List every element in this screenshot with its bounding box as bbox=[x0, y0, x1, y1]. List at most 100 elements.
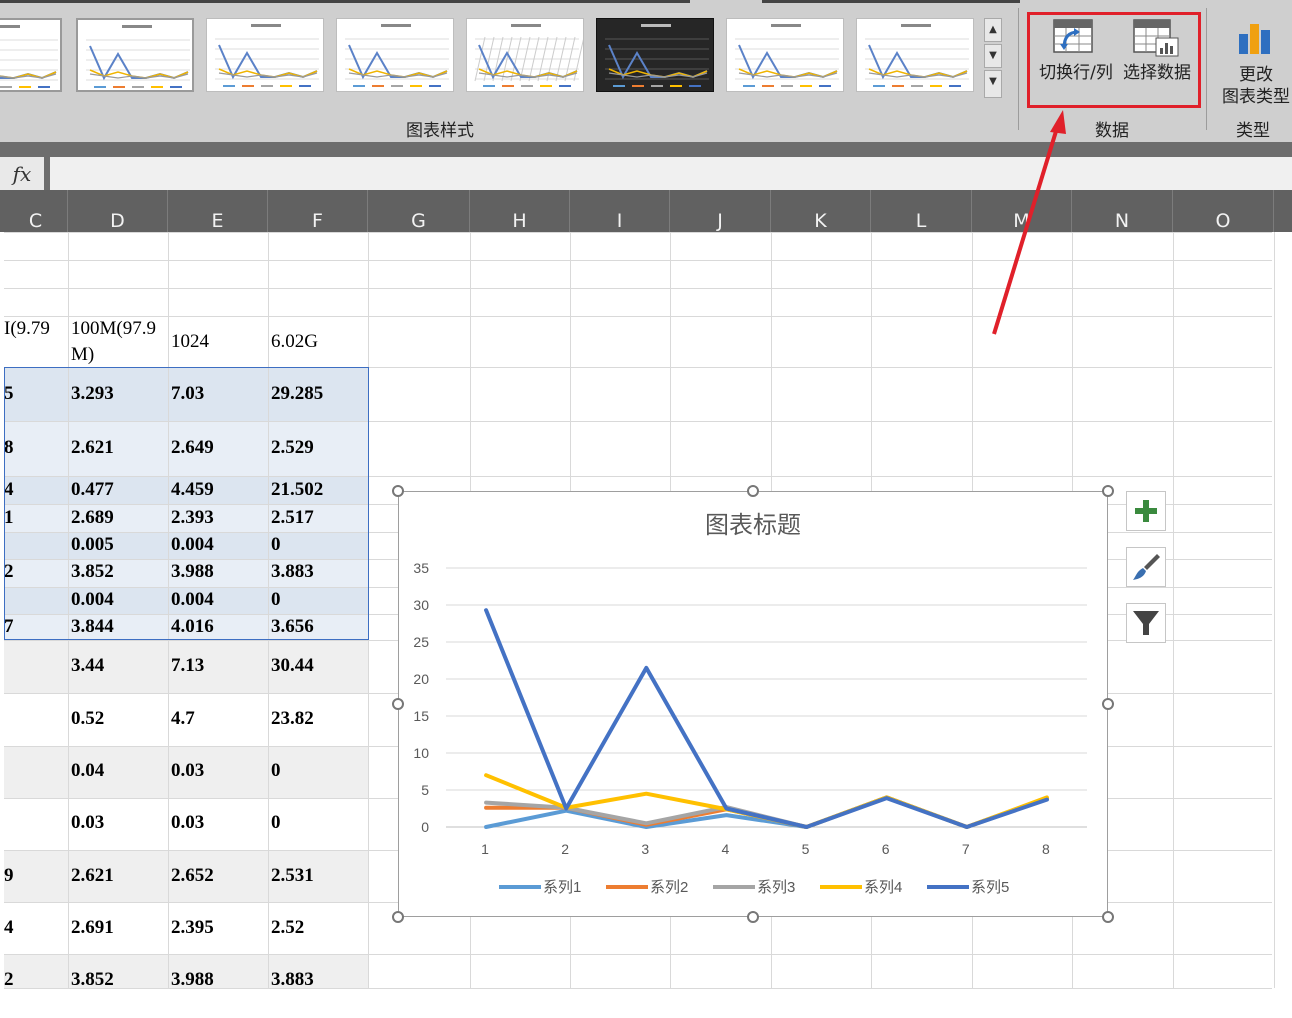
cell[interactable]: 0.52 bbox=[71, 708, 104, 730]
type-group-label: 类型 bbox=[1236, 121, 1270, 141]
cell[interactable]: 100M(97.9 bbox=[71, 318, 156, 340]
column-header-j[interactable]: J bbox=[670, 190, 771, 232]
cell[interactable]: 2 bbox=[4, 969, 14, 991]
y-tick-label: 35 bbox=[413, 560, 429, 576]
chart-style-thumbnail[interactable] bbox=[206, 18, 324, 92]
thumbnail-preview bbox=[605, 24, 709, 87]
add-element-button[interactable] bbox=[1126, 491, 1166, 531]
cell[interactable]: 3.988 bbox=[171, 969, 214, 991]
cell[interactable]: 3.852 bbox=[71, 969, 114, 991]
plus-icon bbox=[1135, 500, 1157, 522]
chart-style-thumbnail[interactable] bbox=[856, 18, 974, 92]
cell[interactable]: 3.44 bbox=[71, 655, 104, 677]
cell[interactable]: 6.02G bbox=[271, 331, 318, 353]
column-header-k[interactable]: K bbox=[771, 190, 871, 232]
change-chart-type-label-2: 图表类型 bbox=[1222, 87, 1290, 107]
highlight-box bbox=[1027, 12, 1201, 108]
chart-object[interactable]: 图表标题 0 5 10 15 20 25 30 35 12345678 系列1 系列2 系列3 系列… bbox=[398, 491, 1108, 917]
cell[interactable]: 2.531 bbox=[271, 865, 314, 887]
column-header-h[interactable]: H bbox=[470, 190, 570, 232]
resize-handle[interactable] bbox=[747, 911, 759, 923]
cell[interactable]: 7.13 bbox=[171, 655, 204, 677]
chart-style-thumbnail[interactable] bbox=[596, 18, 714, 92]
insert-function-button[interactable]: fx bbox=[0, 157, 44, 191]
chart-styles-group-label: 图表样式 bbox=[406, 121, 474, 141]
chart-style-thumbnail[interactable] bbox=[336, 18, 454, 92]
column-header-m[interactable]: M bbox=[972, 190, 1072, 232]
series-lines bbox=[484, 608, 1049, 829]
cell[interactable]: 0.03 bbox=[171, 760, 204, 782]
ribbon-top-border bbox=[0, 0, 690, 3]
cell[interactable]: 2.652 bbox=[171, 865, 214, 887]
change-chart-type-label-1: 更改 bbox=[1239, 65, 1273, 85]
bar-chart-icon bbox=[1239, 24, 1270, 54]
cell[interactable]: 30.44 bbox=[271, 655, 314, 677]
cell[interactable]: 1024 bbox=[171, 331, 209, 353]
gallery-more-button[interactable]: ▼ bbox=[984, 70, 1002, 98]
column-header-f[interactable]: F bbox=[268, 190, 368, 232]
cell[interactable]: 3.883 bbox=[271, 969, 314, 991]
column-gridline bbox=[1173, 232, 1174, 988]
cell[interactable]: 0.03 bbox=[71, 812, 104, 834]
cell[interactable]: 23.82 bbox=[271, 708, 314, 730]
legend[interactable]: 系列1 系列2 系列3 系列4 系列5 bbox=[499, 879, 1009, 896]
x-tick-label: 5 bbox=[802, 841, 810, 857]
cell[interactable]: 2.621 bbox=[71, 865, 114, 887]
resize-handle[interactable] bbox=[392, 485, 404, 497]
column-header-g[interactable]: G bbox=[368, 190, 470, 232]
column-gridline bbox=[1274, 232, 1275, 988]
x-axis-labels: 1 2 3 4 5 6 7 8 bbox=[481, 841, 1050, 857]
resize-handle[interactable] bbox=[392, 698, 404, 710]
resize-handle[interactable] bbox=[747, 485, 759, 497]
x-tick-label: 8 bbox=[1042, 841, 1050, 857]
cell[interactable]: 2.395 bbox=[171, 917, 214, 939]
gallery-scroll-down-button[interactable]: ▼ bbox=[984, 44, 1002, 68]
column-header-n[interactable]: N bbox=[1072, 190, 1173, 232]
y-tick-label: 5 bbox=[421, 782, 429, 798]
cell[interactable]: 2.691 bbox=[71, 917, 114, 939]
resize-handle[interactable] bbox=[392, 911, 404, 923]
x-tick-label: 4 bbox=[722, 841, 730, 857]
chart-style-button[interactable] bbox=[1126, 547, 1166, 587]
cell[interactable]: 0 bbox=[271, 760, 281, 782]
chart-style-thumbnail[interactable] bbox=[0, 18, 62, 92]
cell[interactable]: 0.03 bbox=[171, 812, 204, 834]
y-tick-label: 10 bbox=[413, 745, 429, 761]
x-tick-label: 2 bbox=[561, 841, 569, 857]
cell[interactable]: 0 bbox=[271, 812, 281, 834]
row-gridline bbox=[4, 954, 1272, 955]
cell[interactable]: 2.52 bbox=[271, 917, 304, 939]
x-tick-label: 7 bbox=[962, 841, 970, 857]
resize-handle[interactable] bbox=[1102, 698, 1114, 710]
y-tick-label: 0 bbox=[421, 819, 429, 835]
formula-input[interactable] bbox=[50, 157, 1292, 191]
column-header-c[interactable]: C bbox=[4, 190, 68, 232]
column-header-i[interactable]: I bbox=[570, 190, 670, 232]
column-header-l[interactable]: L bbox=[871, 190, 972, 232]
resize-handle[interactable] bbox=[1102, 485, 1114, 497]
chart-title[interactable]: 图表标题 bbox=[705, 512, 801, 539]
y-axis-labels: 0 5 10 15 20 25 30 35 bbox=[413, 560, 429, 835]
gallery-scroll-up-button[interactable]: ▲ bbox=[984, 18, 1002, 42]
cell[interactable]: 9 bbox=[4, 865, 14, 887]
cell[interactable]: I(9.79 bbox=[4, 318, 50, 340]
column-header-o[interactable]: O bbox=[1173, 190, 1274, 232]
cell[interactable]: 4.7 bbox=[171, 708, 195, 730]
selection-range bbox=[4, 367, 369, 640]
chart-style-thumbnail[interactable] bbox=[76, 18, 194, 92]
chevron-down-icon: ▼ bbox=[989, 50, 997, 61]
chart-filter-button[interactable] bbox=[1126, 603, 1166, 643]
series-line-5[interactable] bbox=[484, 608, 1049, 829]
row-gridline bbox=[4, 288, 1272, 289]
change-chart-type-button[interactable]: 更改 图表类型 bbox=[1216, 18, 1292, 110]
cell[interactable]: 4 bbox=[4, 917, 14, 939]
chart-style-thumbnail[interactable] bbox=[466, 18, 584, 92]
ribbon-top-border-right bbox=[762, 0, 1020, 3]
paintbrush-icon bbox=[1133, 554, 1160, 580]
chart-style-thumbnail[interactable] bbox=[726, 18, 844, 92]
cell[interactable]: 0.04 bbox=[71, 760, 104, 782]
cell[interactable]: M) bbox=[71, 344, 94, 366]
resize-handle[interactable] bbox=[1102, 911, 1114, 923]
column-header-e[interactable]: E bbox=[168, 190, 268, 232]
column-header-d[interactable]: D bbox=[68, 190, 168, 232]
